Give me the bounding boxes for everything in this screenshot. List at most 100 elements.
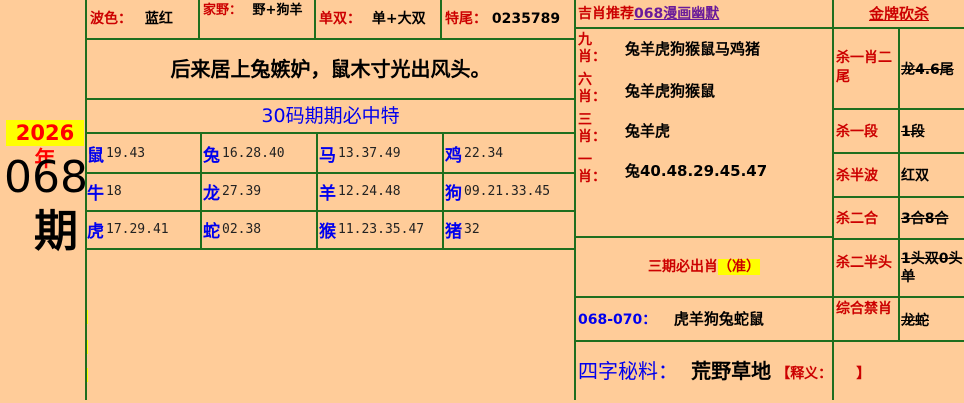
recommend-label: 一肖： <box>578 152 606 185</box>
zodiac-table: 鼠 19.43 兔 16.28.40 马 13.37.49 鸡 22.34 牛 … <box>87 134 574 248</box>
tail-label: 特尾： <box>445 11 487 27</box>
zodiac-cell: 鸡 22.34 <box>445 134 574 172</box>
recommend-value: 兔羊虎 <box>625 122 671 140</box>
kill-value: 龙蛇 <box>901 313 929 329</box>
recommend-value: 兔羊虎狗猴鼠 <box>625 82 716 100</box>
kill-row: 杀二半头 1头双0头单 <box>834 240 964 296</box>
domestic-value: 野+狗羊 <box>252 3 303 18</box>
zodiac-numbers: 19.43 <box>106 145 146 161</box>
recommend-prefix: 吉肖推荐 <box>578 6 634 22</box>
kill-row: 杀二合 3合8合 <box>834 198 964 238</box>
divider <box>440 0 442 38</box>
issue-suffix: 期 <box>34 206 78 257</box>
zodiac-numbers: 09.21.33.45 <box>464 183 551 199</box>
zodiac-cell: 猪 32 <box>445 210 574 248</box>
kill-label: 杀一肖二尾 <box>836 50 892 85</box>
four-char-note-open: 【 <box>776 366 791 382</box>
issue-panel: 2026年 068 期 <box>0 0 88 400</box>
zodiac-numbers: 17.29.41 <box>106 221 169 237</box>
zodiac-animal: 马 <box>319 145 336 166</box>
wave-info: 波色： 蓝红 <box>90 4 196 34</box>
kill-value: 3合8合 <box>901 211 949 227</box>
zodiac-animal: 猪 <box>445 221 462 242</box>
three-issue-tag: （准） <box>718 259 760 275</box>
four-char-value: 荒野草地 <box>691 359 772 383</box>
zodiac-cell: 牛 18 <box>87 172 200 210</box>
four-char-box: 四字秘料： 荒野草地 【释义： 】 <box>578 342 962 400</box>
zodiac-numbers: 27.39 <box>222 183 262 199</box>
domestic-label: 家野： <box>203 3 243 18</box>
kill-row: 杀一肖二尾 龙4.6尾 <box>834 29 964 108</box>
zodiac-cell: 龙 27.39 <box>203 172 316 210</box>
zodiac-animal: 龙 <box>203 183 220 204</box>
kill-value: 1头双0头单 <box>901 251 963 285</box>
recommend-row: 三肖： 兔羊虎 <box>578 112 830 152</box>
domestic-info: 家野： 野+狗羊 <box>203 2 313 38</box>
zodiac-cell: 兔 16.28.40 <box>203 134 316 172</box>
four-char-label: 四字秘料： <box>578 359 678 383</box>
three-issue-box: 三期必出肖（准） <box>576 238 832 296</box>
zodiac-cell: 蛇 02.38 <box>203 210 316 248</box>
kill-label: 杀一段 <box>836 124 878 140</box>
issue-number: 068 <box>4 152 88 203</box>
zodiac-cell: 马 13.37.49 <box>319 134 442 172</box>
recommend-row: 一肖： 兔40.48.29.45.47 <box>578 152 830 192</box>
kill-label: 杀二半头 <box>836 255 892 271</box>
three-issue-text: 三期必出肖 <box>648 259 718 275</box>
kill-row: 杀一段 1段 <box>834 110 964 152</box>
recommend-link[interactable]: 068漫画幽默 <box>634 6 719 22</box>
divider <box>85 248 575 250</box>
kill-label: 杀二合 <box>836 211 878 227</box>
range-value: 虎羊狗兔蛇鼠 <box>673 310 764 328</box>
zodiac-animal: 兔 <box>203 145 220 166</box>
range-label: 068-070： <box>578 312 657 328</box>
zodiac-numbers: 02.38 <box>222 221 262 237</box>
kill-row: 杀半波 红双 <box>834 154 964 196</box>
zodiac-animal: 狗 <box>445 183 462 204</box>
divider <box>314 0 316 38</box>
tail-info: 特尾： 0235789 <box>445 4 573 34</box>
wave-value: 蓝红 <box>144 11 173 27</box>
divider <box>198 0 200 38</box>
zodiac-animal: 虎 <box>87 221 104 242</box>
zodiac-cell: 虎 17.29.41 <box>87 210 200 248</box>
zodiac-animal: 鸡 <box>445 145 462 166</box>
zodiac-numbers: 11.23.35.47 <box>338 221 425 237</box>
issue-year: 2026年 <box>6 120 84 171</box>
four-char-note-close: 】 <box>856 366 871 382</box>
zodiac-numbers: 13.37.49 <box>338 145 401 161</box>
kill-value: 1段 <box>901 124 925 140</box>
odd-even-label: 单双： <box>319 11 361 27</box>
kill-header: 金牌砍杀 <box>868 5 929 23</box>
kill-value: 龙4.6尾 <box>901 62 954 78</box>
recommend-row: 六肖： 兔羊虎狗猴鼠 <box>578 72 830 112</box>
recommend-value: 兔羊虎狗猴鼠马鸡猪 <box>625 40 761 58</box>
zodiac-animal: 鼠 <box>87 145 104 166</box>
recommend-label: 六肖： <box>578 72 606 105</box>
zodiac-cell: 狗 09.21.33.45 <box>445 172 574 210</box>
kill-row: 综合禁肖 龙蛇 <box>834 298 964 340</box>
kill-label: 综合禁肖 <box>836 301 892 317</box>
zodiac-cell: 鼠 19.43 <box>87 134 200 172</box>
range-pick: 068-070： 虎羊狗兔蛇鼠 <box>578 298 830 340</box>
zodiac-animal: 羊 <box>319 183 336 204</box>
four-char-note-label: 释义： <box>790 366 833 382</box>
zodiac-animal: 牛 <box>87 183 104 204</box>
table-title: 30码期期必中特 <box>261 105 400 127</box>
recommend-row: 九肖： 兔羊虎狗猴鼠马鸡猪 <box>578 32 830 72</box>
wave-label: 波色： <box>90 11 132 27</box>
odd-even-value: 单+大双 <box>371 11 426 27</box>
kill-value: 红双 <box>901 168 929 184</box>
zodiac-animal: 猴 <box>319 221 336 242</box>
odd-even-info: 单双： 单+大双 <box>319 4 439 34</box>
tail-value: 0235789 <box>491 11 561 27</box>
poem-text: 后来居上兔嫉妒，鼠木寸光出风头。 <box>170 57 491 81</box>
recommend-header: 吉肖推荐068漫画幽默 <box>578 2 830 26</box>
zodiac-numbers: 16.28.40 <box>222 145 285 161</box>
recommend-label: 三肖： <box>578 112 606 145</box>
recommend-value: 兔40.48.29.45.47 <box>625 162 768 180</box>
zodiac-numbers: 12.24.48 <box>338 183 401 199</box>
zodiac-cell: 羊 12.24.48 <box>319 172 442 210</box>
zodiac-animal: 蛇 <box>203 221 220 242</box>
kill-label: 杀半波 <box>836 168 878 184</box>
